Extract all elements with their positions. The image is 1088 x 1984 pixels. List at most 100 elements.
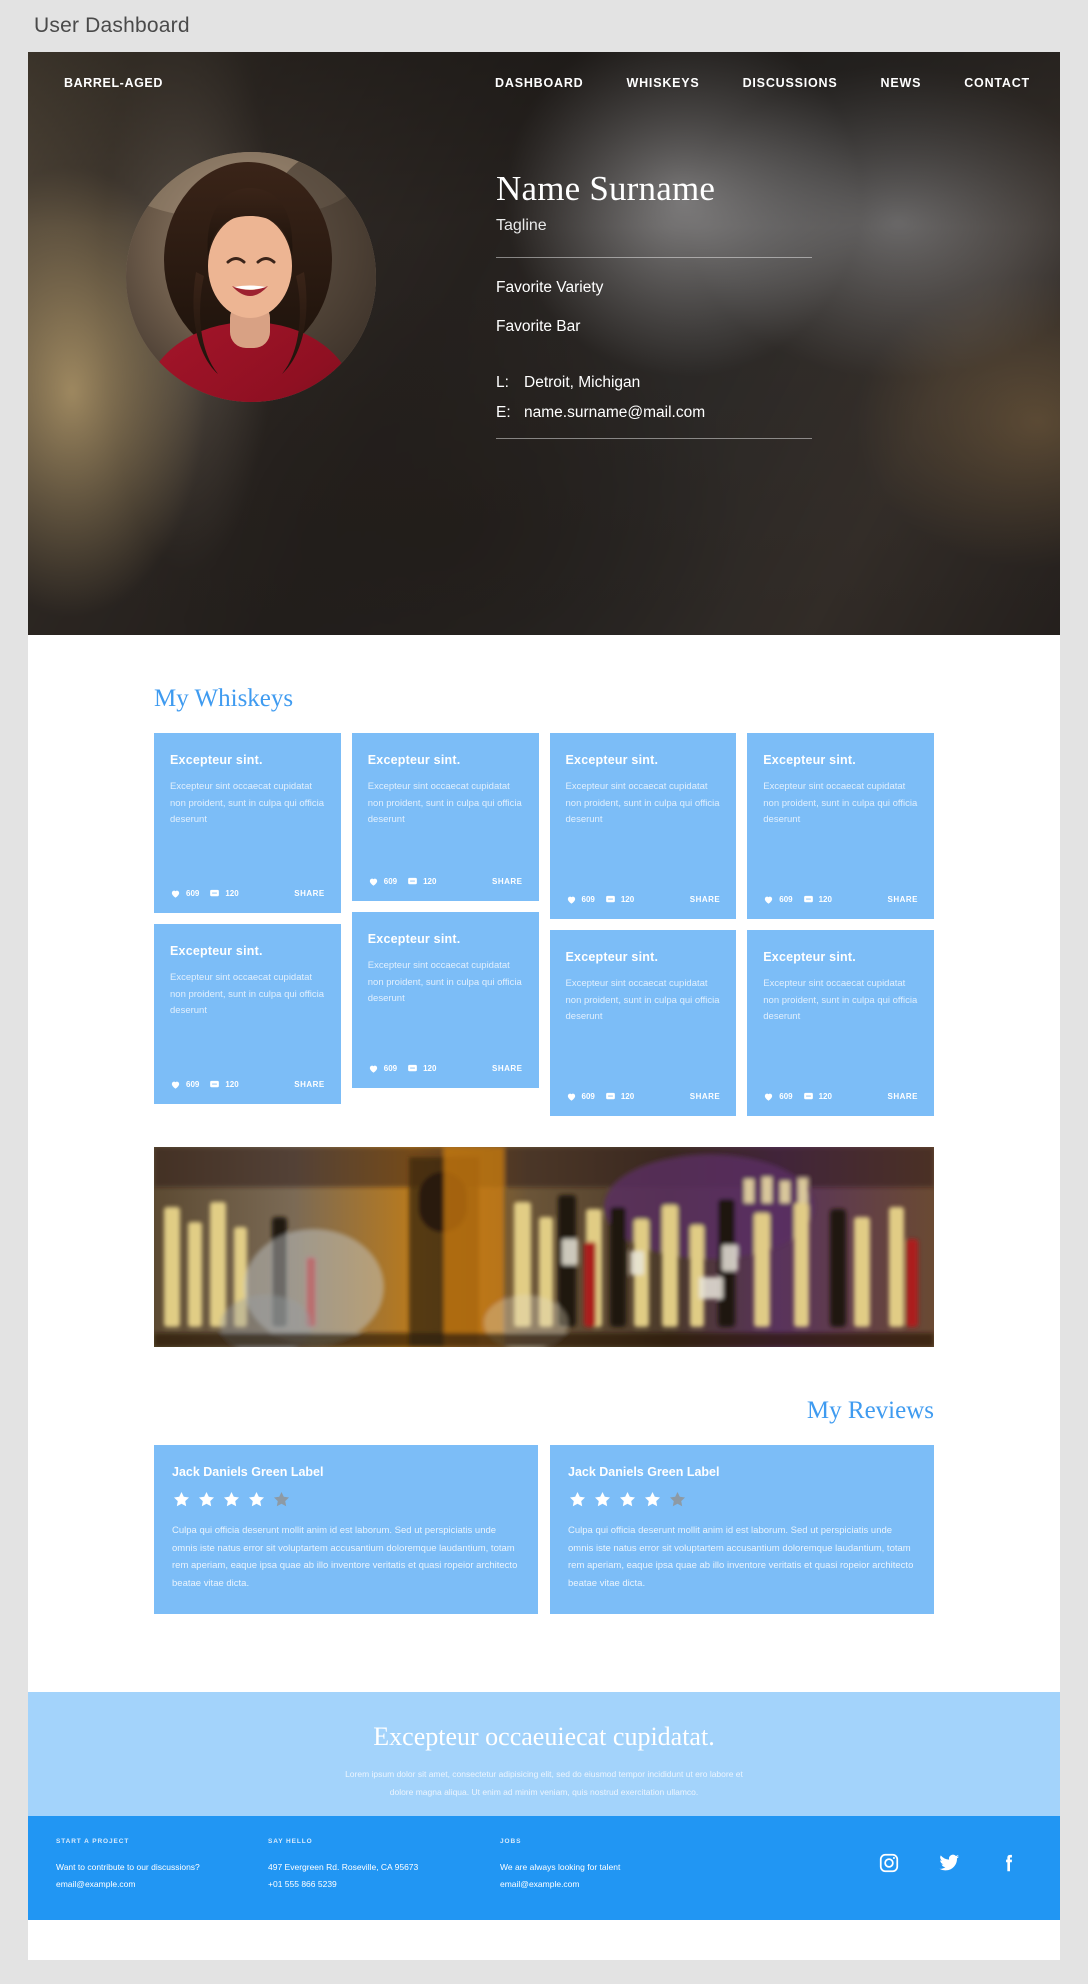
star-filled-icon <box>644 1491 661 1507</box>
whiskey-grid: Excepteur sint. Excepteur sint occaecat c… <box>154 733 934 1117</box>
whiskey-card-body: Excepteur sint occaecat cupidatat non pr… <box>367 781 522 826</box>
app-window: User Dashboard BARREL-AGED DASHBOARD WHIS… <box>0 0 1088 1984</box>
comment-icon <box>210 889 220 897</box>
whiskey-card-footer: 609 120 SHARE <box>170 1063 325 1090</box>
share-button[interactable]: SHARE <box>294 889 325 898</box>
comment-count: 120 <box>225 1080 239 1089</box>
like-stat[interactable]: 609 <box>368 1063 397 1074</box>
comment-stat[interactable]: 120 <box>209 888 239 899</box>
footer-column-line-1: Want to contribute to our discussions? <box>56 1862 200 1873</box>
review-rating[interactable] <box>568 1490 916 1509</box>
footer-column-heading: START A PROJECT <box>56 1838 130 1846</box>
whiskey-card[interactable]: Excepteur sint. Excepteur sint occaecat c… <box>747 930 934 1116</box>
footer-column-line-2[interactable]: +01 555 866 5239 <box>268 1876 500 1893</box>
star-filled-icon <box>198 1491 215 1507</box>
profile-info: Name Surname Tagline Favorite Variety Fa… <box>496 152 816 439</box>
review-rating[interactable] <box>172 1490 520 1509</box>
star-filled-icon <box>173 1491 190 1507</box>
email-value[interactable]: name.surname@mail.com <box>524 404 705 422</box>
comment-icon <box>606 895 615 903</box>
comment-stat[interactable]: 120 <box>605 894 634 905</box>
like-count: 609 <box>383 877 398 886</box>
star-filled-icon <box>619 1491 636 1507</box>
like-count: 609 <box>581 1092 595 1101</box>
comment-icon <box>210 1080 220 1088</box>
comment-stat[interactable]: 120 <box>803 1091 832 1102</box>
twitter-icon[interactable] <box>938 1852 960 1874</box>
nav-link-whiskeys[interactable]: WHISKEYS <box>627 76 700 90</box>
nav-link-discussions[interactable]: DISCUSSIONS <box>743 76 838 90</box>
comment-count: 120 <box>620 895 635 904</box>
review-card[interactable]: Jack Daniels Green Label Culpa qui offici… <box>550 1445 934 1615</box>
comment-icon <box>803 895 813 903</box>
bar-banner <box>154 1147 934 1347</box>
comment-stat[interactable]: 120 <box>209 1079 239 1090</box>
like-stat[interactable]: 609 <box>170 888 199 899</box>
profile-divider-bottom <box>496 437 812 439</box>
comment-count: 120 <box>620 1092 635 1101</box>
whiskey-card-title: Excepteur sint. <box>565 753 659 767</box>
like-stat[interactable]: 609 <box>368 876 397 887</box>
hero-section: BARREL-AGED DASHBOARD WHISKEYS DISCUSSIONS… <box>28 52 1060 635</box>
page-frame: BARREL-AGED DASHBOARD WHISKEYS DISCUSSIONS… <box>28 52 1060 1960</box>
whiskey-card-body: Excepteur sint occaecat cupidatat non pr… <box>763 978 918 1023</box>
whiskey-card-footer: 609 120 SHARE <box>368 860 523 887</box>
share-button[interactable]: SHARE <box>690 895 721 904</box>
nav-link-news[interactable]: NEWS <box>881 76 922 90</box>
comment-stat[interactable]: 120 <box>803 894 832 905</box>
nav-link-contact[interactable]: CONTACT <box>964 76 1030 90</box>
navbar: BARREL-AGED DASHBOARD WHISKEYS DISCUSSIONS… <box>28 52 1060 114</box>
comment-stat[interactable]: 120 <box>605 1091 634 1102</box>
like-stat[interactable]: 609 <box>763 1091 793 1102</box>
share-button[interactable]: SHARE <box>492 877 523 886</box>
whiskey-card[interactable]: Excepteur sint. Excepteur sint occaecat c… <box>351 912 539 1088</box>
whiskey-card[interactable]: Excepteur sint. Excepteur sint occaecat c… <box>351 733 539 901</box>
instagram-icon[interactable] <box>878 1852 900 1874</box>
nav-link-dashboard[interactable]: DASHBOARD <box>495 76 583 90</box>
whiskey-card[interactable]: Excepteur sint. Excepteur sint occaecat c… <box>549 733 737 919</box>
share-button[interactable]: SHARE <box>887 1092 918 1101</box>
footer-column-line-1: We are always looking for talent <box>500 1862 621 1873</box>
footer-column-heading: SAY HELLO <box>268 1838 313 1846</box>
whiskey-card-body: Excepteur sint occaecat cupidatat non pr… <box>565 781 720 826</box>
whiskey-card[interactable]: Excepteur sint. Excepteur sint occaecat c… <box>747 733 934 919</box>
email-row: E: name.surname@mail.com <box>496 404 816 422</box>
bar-banner-image <box>154 1147 934 1347</box>
site-footer: START A PROJECT Want to contribute to our… <box>28 1816 1060 1921</box>
share-button[interactable]: SHARE <box>294 1080 325 1089</box>
share-button[interactable]: SHARE <box>492 1064 523 1073</box>
comment-icon <box>408 877 417 885</box>
share-button[interactable]: SHARE <box>887 895 918 904</box>
whiskey-card[interactable]: Excepteur sint. Excepteur sint occaecat c… <box>154 733 341 913</box>
footer-column-line-2[interactable]: email@example.com <box>56 1876 268 1893</box>
whiskey-card[interactable]: Excepteur sint. Excepteur sint occaecat c… <box>154 924 341 1104</box>
footer-column-line-2[interactable]: email@example.com <box>500 1876 712 1893</box>
like-stat[interactable]: 609 <box>170 1079 199 1090</box>
whiskey-card-footer: 609 120 SHARE <box>566 878 721 905</box>
comment-stat[interactable]: 120 <box>407 1063 436 1074</box>
heart-icon <box>171 1081 180 1089</box>
location-value: Detroit, Michigan <box>524 373 641 391</box>
like-stat[interactable]: 609 <box>763 894 793 905</box>
comment-stat[interactable]: 120 <box>407 876 436 887</box>
like-stat[interactable]: 609 <box>566 894 595 905</box>
review-title: Jack Daniels Green Label <box>172 1465 324 1479</box>
whiskey-card[interactable]: Excepteur sint. Excepteur sint occaecat c… <box>549 930 737 1116</box>
review-card[interactable]: Jack Daniels Green Label Culpa qui offici… <box>154 1445 538 1615</box>
cta-title: Excepteur occaeuiecat cupidatat. <box>373 1722 715 1752</box>
share-button[interactable]: SHARE <box>690 1092 721 1101</box>
brand-logo[interactable]: BARREL-AGED <box>64 76 163 90</box>
footer-columns: START A PROJECT Want to contribute to our… <box>56 1838 712 1893</box>
star-filled-icon <box>569 1491 586 1507</box>
email-key: E: <box>496 403 511 421</box>
section-title-reviews: My Reviews <box>806 1397 934 1424</box>
whiskey-card-footer: 609 120 SHARE <box>763 878 918 905</box>
like-stat[interactable]: 609 <box>566 1091 595 1102</box>
star-empty-icon <box>669 1491 686 1507</box>
like-count: 609 <box>779 895 793 904</box>
footer-column: JOBS We are always looking for talent emai… <box>500 1838 712 1893</box>
whiskey-card-body: Excepteur sint occaecat cupidatat non pr… <box>367 960 522 1005</box>
facebook-icon[interactable] <box>998 1852 1020 1874</box>
heart-icon <box>567 896 575 904</box>
whiskey-card-title: Excepteur sint. <box>763 753 856 767</box>
